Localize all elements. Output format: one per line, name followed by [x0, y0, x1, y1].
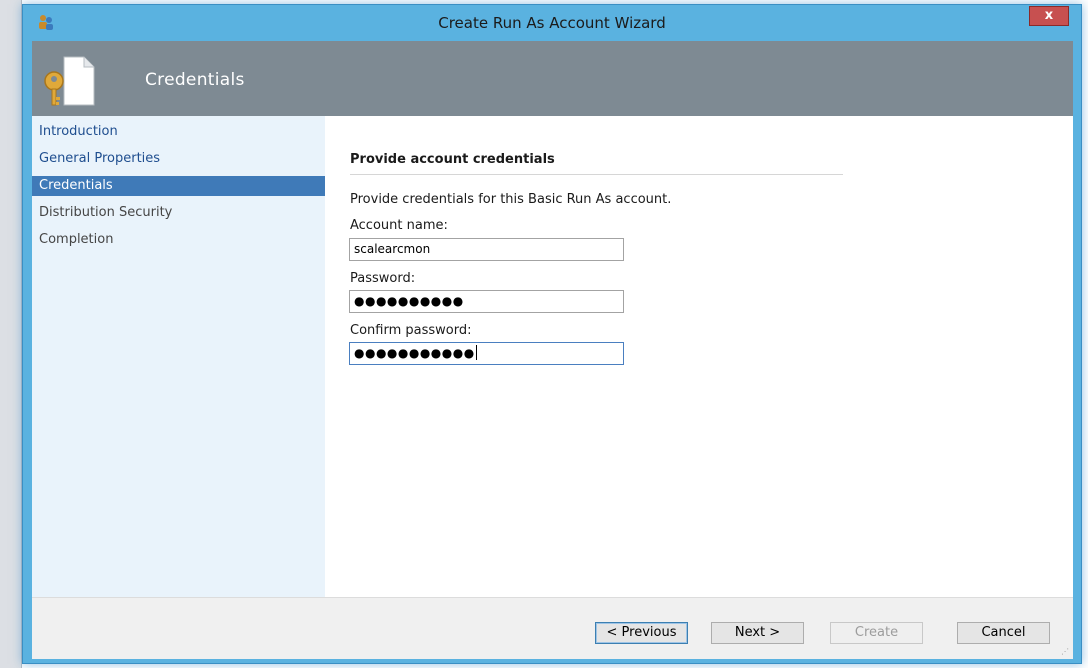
window-title: Create Run As Account Wizard — [438, 14, 666, 32]
cancel-button[interactable]: Cancel — [957, 622, 1050, 644]
section-description: Provide credentials for this Basic Run A… — [350, 192, 672, 207]
confirm-password-value: ●●●●●●●●●●● — [354, 346, 475, 360]
wizard-content: Introduction General Properties Credenti… — [32, 116, 1073, 597]
section-title: Provide account credentials — [350, 152, 555, 167]
sidebar-item-credentials[interactable]: Credentials — [32, 176, 325, 196]
account-name-label: Account name: — [350, 218, 448, 233]
account-name-value: scalearcmon — [354, 242, 431, 256]
wizard-steps-sidebar: Introduction General Properties Credenti… — [32, 116, 325, 597]
previous-button[interactable]: < Previous — [595, 622, 688, 644]
text-caret — [475, 345, 477, 360]
password-value: ●●●●●●●●●● — [354, 294, 464, 308]
next-button[interactable]: Next > — [711, 622, 804, 644]
key-document-icon — [44, 56, 95, 106]
sidebar-item-distribution-security: Distribution Security — [39, 205, 173, 220]
page-title: Credentials — [145, 70, 245, 90]
wizard-footer: < Previous Next > Create Cancel ⋰ — [32, 597, 1073, 659]
confirm-password-label: Confirm password: — [350, 323, 472, 338]
wizard-window: Create Run As Account Wizard x Credentia… — [22, 4, 1082, 664]
wizard-header: Credentials — [32, 41, 1073, 116]
password-field[interactable]: ●●●●●●●●●● — [349, 290, 624, 313]
section-divider — [350, 174, 843, 175]
create-button: Create — [830, 622, 923, 644]
resize-grip-icon[interactable]: ⋰ — [1061, 648, 1069, 656]
close-button[interactable]: x — [1029, 6, 1069, 26]
credentials-panel: Provide account credentials Provide cred… — [325, 116, 1073, 597]
sidebar-item-completion: Completion — [39, 232, 114, 247]
sidebar-item-introduction[interactable]: Introduction — [32, 122, 325, 142]
password-label: Password: — [350, 271, 416, 286]
confirm-password-field[interactable]: ●●●●●●●●●●● — [349, 342, 624, 365]
title-bar[interactable]: Create Run As Account Wizard x — [23, 5, 1081, 41]
background-window-edge — [0, 0, 22, 668]
account-name-field[interactable]: scalearcmon — [349, 238, 624, 261]
sidebar-item-general-properties[interactable]: General Properties — [32, 149, 325, 169]
